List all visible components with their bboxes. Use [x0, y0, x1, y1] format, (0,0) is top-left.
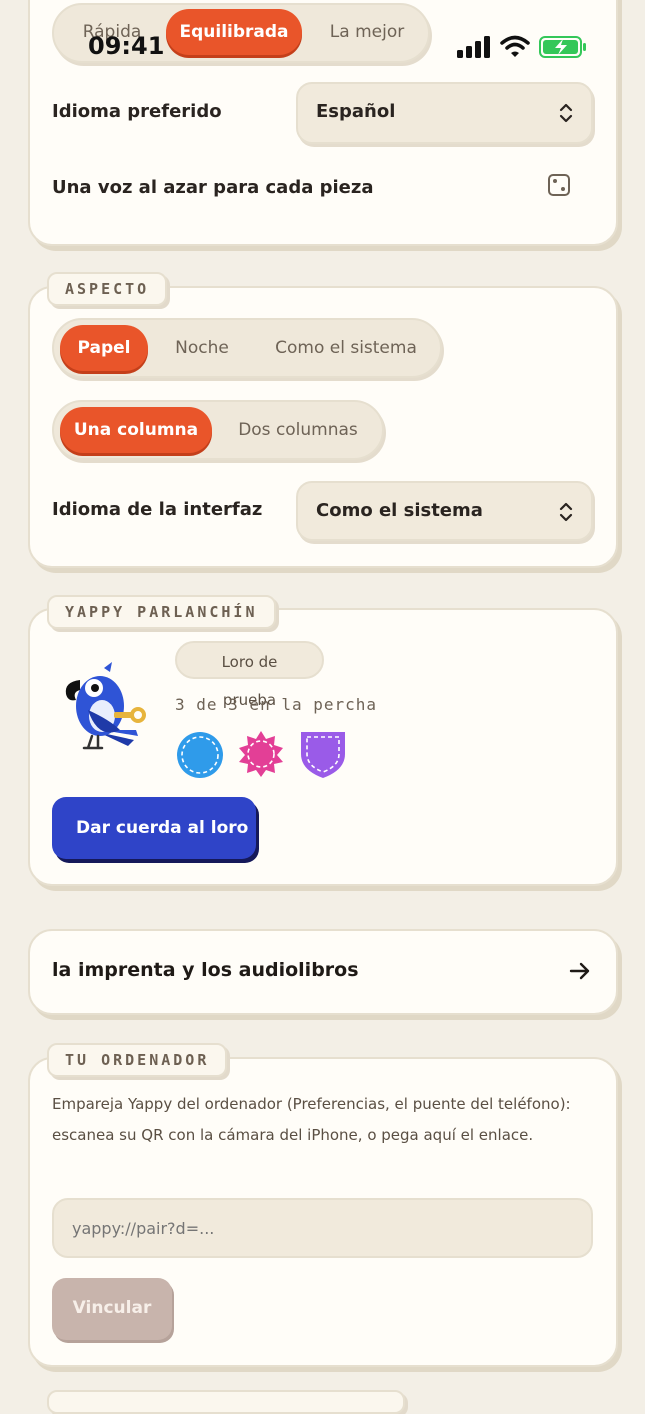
preferred-language-value: Español	[316, 101, 396, 122]
appearance-section-title: ASPECTO	[47, 272, 168, 306]
theme-option-system[interactable]: Como el sistema	[256, 325, 436, 371]
layout-option-two-columns[interactable]: Dos columnas	[218, 407, 378, 453]
badge-blue-fill	[177, 732, 223, 778]
badge-blue-circle-icon	[177, 732, 223, 778]
chevron-up-down-icon	[559, 502, 573, 522]
parrot-illustration	[65, 662, 146, 750]
status-time: 09:41	[88, 32, 165, 60]
layout-segmented: Una columna Dos columnas	[52, 400, 384, 460]
pair-link-input[interactable]	[52, 1198, 593, 1258]
link-button[interactable]: Vincular	[52, 1278, 172, 1340]
next-section-tag	[47, 1390, 405, 1414]
preferred-language-select[interactable]: Español	[296, 82, 593, 144]
parrot-section-title: YAPPY PARLANCHÍN	[47, 595, 276, 629]
audiobooks-link-label: la imprenta y los audiolibros	[52, 959, 359, 981]
theme-option-paper[interactable]: Papel	[60, 325, 148, 371]
theme-segmented: Papel Noche Como el sistema	[52, 318, 442, 378]
computer-section-title: TU ORDENADOR	[47, 1043, 228, 1077]
chevron-up-down-icon	[559, 103, 573, 123]
perch-count-text: 3 de 3 en la percha	[175, 695, 378, 714]
battery-icon	[539, 36, 586, 58]
random-voice-label: Una voz al azar para cada pieza	[52, 177, 374, 198]
interface-language-value: Como el sistema	[316, 500, 483, 521]
interface-language-label: Idioma de la interfaz	[52, 499, 263, 520]
signal-icon	[457, 36, 490, 58]
theme-option-night[interactable]: Noche	[154, 325, 250, 371]
arrow-right-icon	[569, 962, 590, 980]
computer-description: Empareja Yappy del ordenador (Preferenci…	[52, 1095, 571, 1144]
interface-language-select[interactable]: Como el sistema	[296, 481, 593, 541]
preferred-language-label: Idioma preferido	[52, 101, 222, 122]
badge-pink-star-icon	[239, 731, 283, 777]
layout-option-one-column[interactable]: Una columna	[60, 407, 212, 453]
dice-icon[interactable]	[547, 173, 571, 197]
wind-parrot-button[interactable]: Dar cuerda al loro	[52, 797, 256, 859]
badge-pink-fill	[239, 731, 283, 777]
wifi-icon	[500, 35, 530, 57]
status-bar: 09:41	[0, 0, 645, 60]
badge-purple-shield-icon	[301, 732, 345, 778]
parrot-name-badge[interactable]: Loro de prueba	[175, 641, 324, 709]
